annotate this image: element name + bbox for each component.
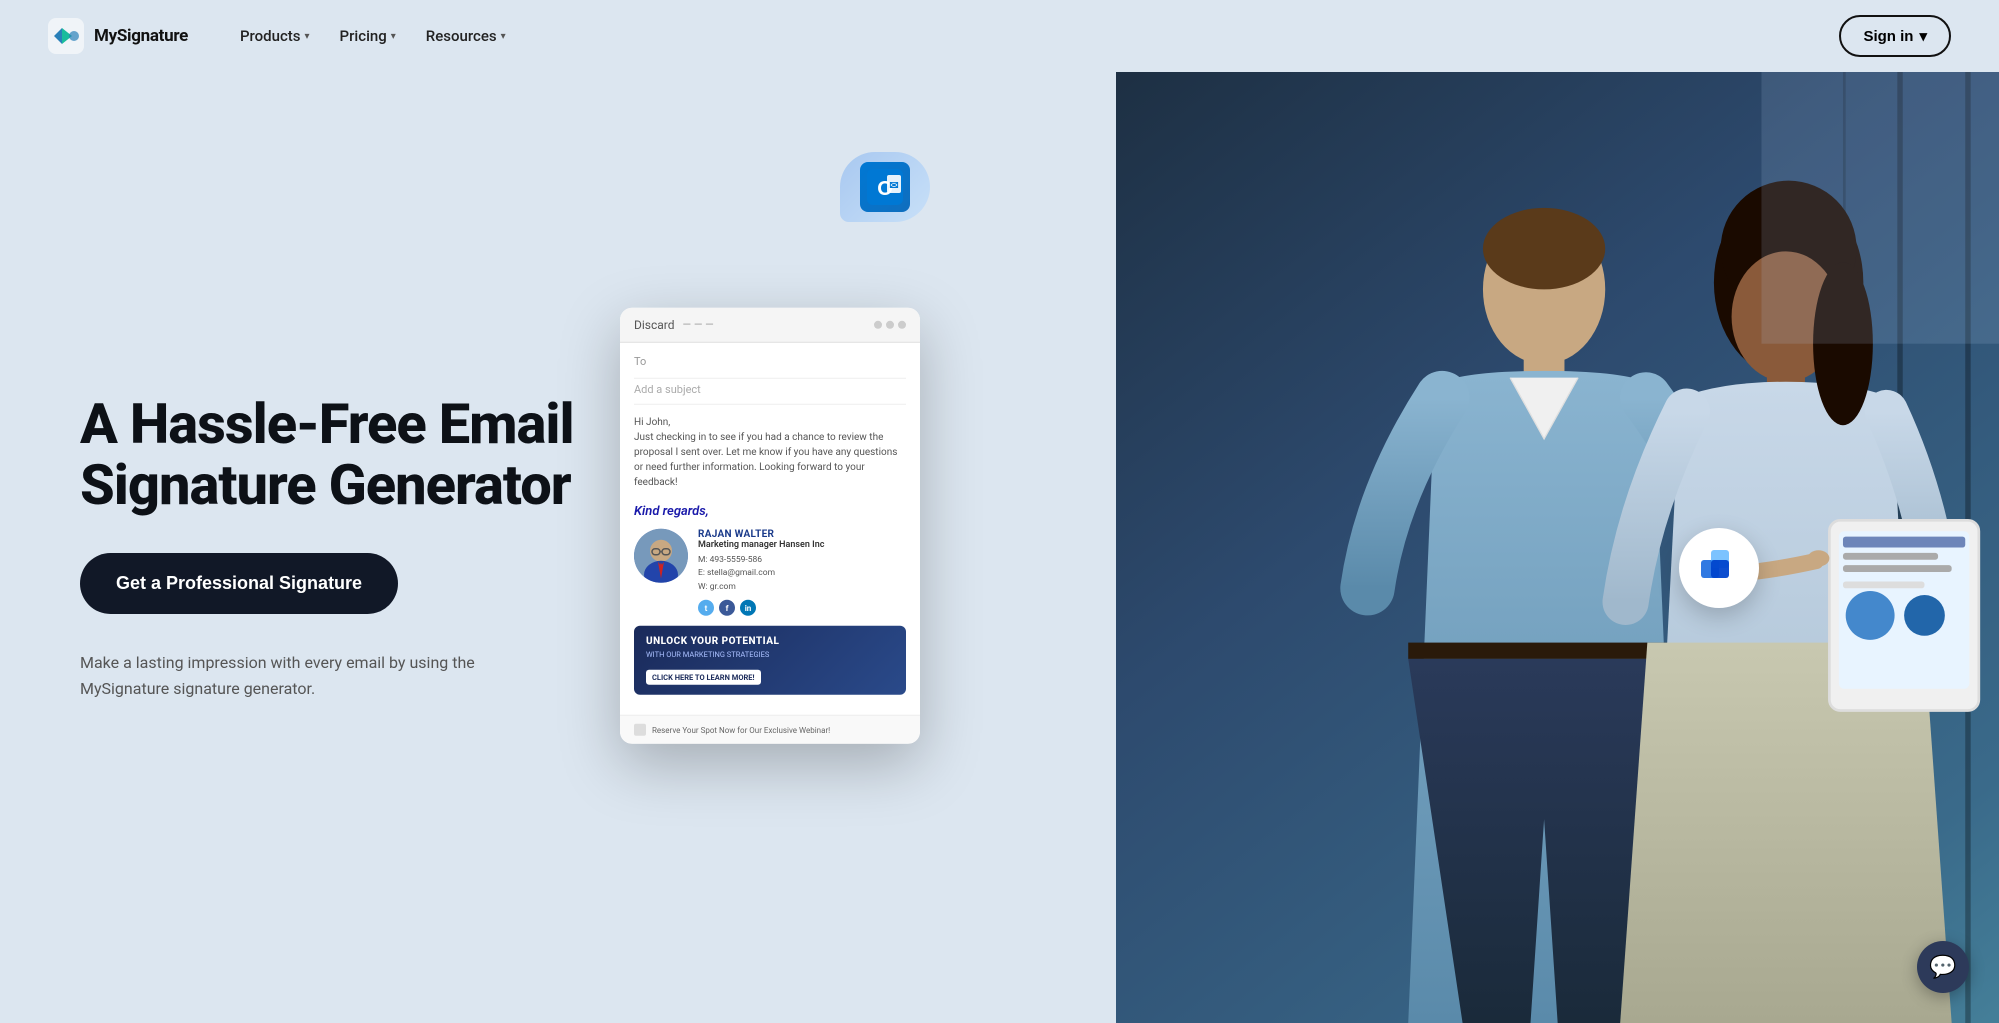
chat-icon: 💬 (1929, 955, 1956, 980)
nav-resources[interactable]: Resources ▾ (414, 19, 518, 53)
discard-label: Discard (634, 317, 675, 331)
sig-title: Marketing manager Hansen Inc (698, 539, 906, 549)
signature-card: Discard — — — To Add a subject Hi John, … (620, 307, 920, 744)
outlook-icon: O ✉ (860, 162, 910, 212)
svg-text:✉: ✉ (889, 180, 898, 192)
sig-banner: UNLOCK YOUR POTENTIAL WITH OUR MARKETING… (634, 626, 906, 695)
sig-social: t f in (698, 600, 906, 616)
products-chevron-icon: ▾ (305, 31, 310, 42)
facebook-icon: f (719, 600, 735, 616)
sig-info: RAJAN WALTER Marketing manager Hansen In… (698, 528, 906, 616)
hero-section: A Hassle-Free Email Signature Generator … (0, 72, 1999, 1023)
card-header-left: Discard — — — (634, 317, 714, 331)
chat-bubble-button[interactable]: 💬 (1917, 941, 1969, 993)
card-dots (874, 320, 906, 328)
banner-cta: CLICK HERE TO LEARN MORE! (646, 670, 761, 685)
nav-products[interactable]: Products ▾ (228, 19, 322, 53)
card-email-body: Hi John, Just checking in to see if you … (634, 414, 906, 489)
hero-visual: O ✉ Discard — — — (640, 72, 1999, 1023)
nav-left: MySignature Products ▾ Pricing ▾ Resourc… (48, 18, 518, 54)
card-subject: Add a subject (634, 382, 906, 404)
banner-subtitle: WITH OUR MARKETING STRATEGIES (646, 650, 894, 659)
webinar-icon (634, 724, 646, 736)
mysig-badge-inner (1679, 528, 1759, 608)
twitter-icon: t (698, 600, 714, 616)
mysig-badge (1679, 528, 1759, 608)
hero-content: A Hassle-Free Email Signature Generator … (80, 394, 640, 701)
card-to-label: To (634, 354, 906, 367)
nav-pricing[interactable]: Pricing ▾ (328, 19, 408, 53)
sig-details: M: 493-5559-586 E: stella@gmail.com W: g… (698, 553, 906, 594)
sig-avatar (634, 528, 688, 582)
hero-title: A Hassle-Free Email Signature Generator (80, 394, 600, 517)
sig-name: RAJAN WALTER (698, 528, 906, 539)
outlook-svg: O ✉ (867, 169, 903, 205)
card-to-value (634, 371, 906, 378)
people-illustration (1116, 72, 1999, 1023)
outlook-icon-wrap: O ✉ (840, 152, 930, 222)
navbar: MySignature Products ▾ Pricing ▾ Resourc… (0, 0, 1999, 72)
nav-links: Products ▾ Pricing ▾ Resources ▾ (228, 19, 518, 53)
resources-chevron-icon: ▾ (501, 31, 506, 42)
cta-button[interactable]: Get a Professional Signature (80, 553, 398, 614)
outlook-bubble: O ✉ (840, 152, 930, 222)
hero-photo (1116, 72, 1999, 1023)
mysig-logo-small (1697, 546, 1741, 590)
card-header: Discard — — — (620, 307, 920, 342)
signin-chevron-icon: ▾ (1919, 27, 1927, 45)
banner-title: UNLOCK YOUR POTENTIAL (646, 636, 894, 647)
sign-in-button[interactable]: Sign in ▾ (1839, 15, 1951, 57)
logo[interactable]: MySignature (48, 18, 188, 54)
card-dot-2 (886, 320, 894, 328)
linkedin-icon: in (740, 600, 756, 616)
card-dot-3 (898, 320, 906, 328)
card-body: To Add a subject Hi John, Just checking … (620, 342, 920, 715)
avatar-image (634, 528, 688, 582)
card-regards: Kind regards, (634, 503, 906, 518)
footer-text: Reserve Your Spot Now for Our Exclusive … (652, 726, 830, 735)
card-signature: RAJAN WALTER Marketing manager Hansen In… (634, 528, 906, 616)
logo-icon (48, 18, 84, 54)
logo-text: MySignature (94, 26, 188, 46)
pricing-chevron-icon: ▾ (391, 31, 396, 42)
card-dot-1 (874, 320, 882, 328)
card-footer: Reserve Your Spot Now for Our Exclusive … (620, 715, 920, 744)
hero-subtitle: Make a lasting impression with every ema… (80, 650, 560, 701)
